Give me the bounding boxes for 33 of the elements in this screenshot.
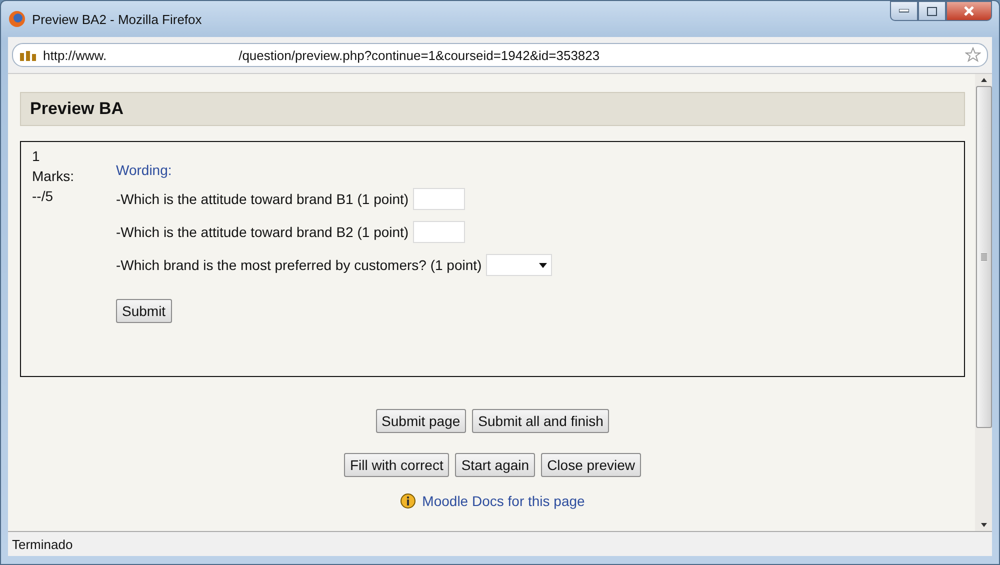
window-title: Preview BA2 - Mozilla Firefox xyxy=(32,12,202,26)
close-icon xyxy=(964,6,974,16)
info-icon xyxy=(400,493,416,509)
grip-icon xyxy=(980,253,986,261)
action-button[interactable]: Submit page xyxy=(376,409,466,433)
action-button[interactable]: Fill with correct xyxy=(344,453,450,477)
site-icon xyxy=(19,48,37,62)
status-text: Terminado xyxy=(12,536,73,552)
maximize-button[interactable] xyxy=(918,1,946,21)
question-number: 1 xyxy=(32,148,41,164)
browser-logo-icon xyxy=(8,10,26,28)
docs-link[interactable]: Moodle Docs for this page xyxy=(422,493,585,509)
action-button[interactable]: Submit all and finish xyxy=(472,409,610,433)
wording-label: Wording: xyxy=(116,162,173,178)
submit-button[interactable]: Submit xyxy=(116,299,172,323)
maximize-icon xyxy=(927,6,937,16)
action-button[interactable]: Start again xyxy=(455,453,536,477)
answer-field[interactable] xyxy=(412,188,465,210)
page-heading: Preview BA xyxy=(30,99,124,119)
caret-icon xyxy=(538,262,547,268)
question-prompt: -Which is the attitude toward brand B2 (1 point) xyxy=(116,224,409,240)
question-prompt: -Which brand is the most preferred by customers? (1 point) xyxy=(116,257,482,273)
action-button[interactable]: Close preview xyxy=(541,453,641,477)
question-prompt: -Which is the attitude toward brand B1 (1 point) xyxy=(116,191,409,207)
scrollbar[interactable] xyxy=(975,74,992,531)
star-icon[interactable] xyxy=(965,47,981,63)
marks-value: --/5 xyxy=(32,188,54,204)
address-field[interactable]: http://www. /question/preview.php?continue=1&courseid=1942&id=353823 xyxy=(12,43,988,67)
marks-label: Marks: xyxy=(32,168,75,184)
minimize-icon xyxy=(899,9,909,13)
minimize-button[interactable] xyxy=(890,1,918,21)
answer-field[interactable] xyxy=(412,221,465,243)
close-button[interactable] xyxy=(946,1,992,21)
